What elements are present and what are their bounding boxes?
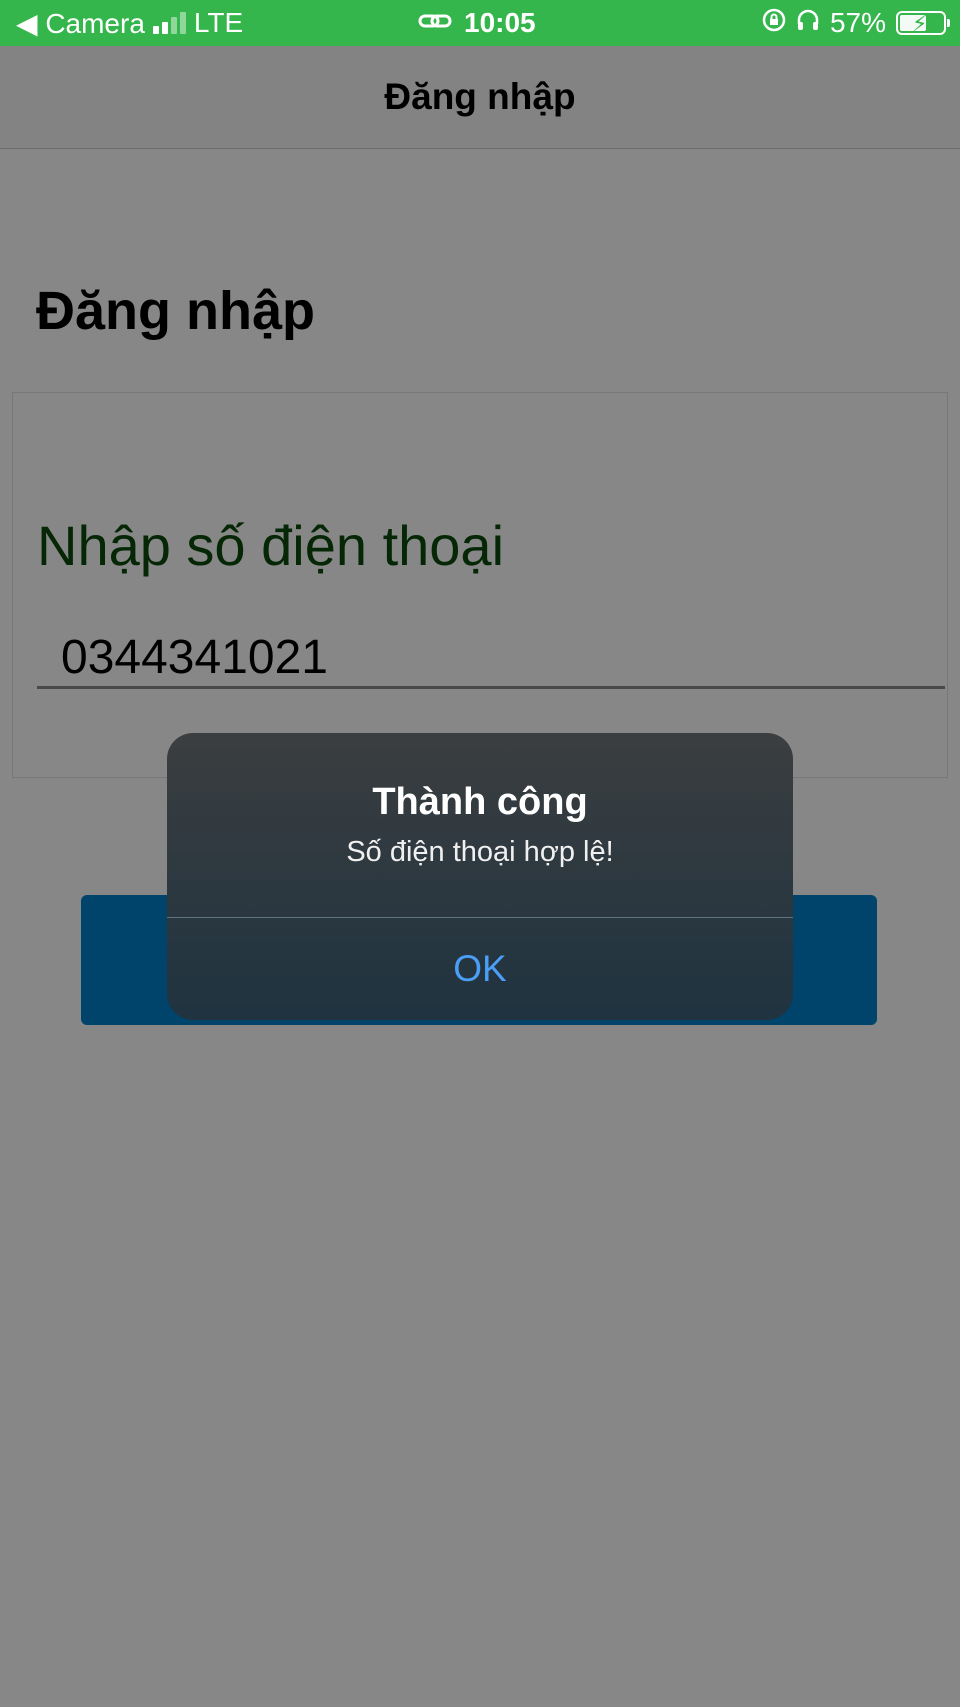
network-type: LTE (193, 7, 244, 38)
alert-title: Thành công (372, 781, 588, 823)
bolt-icon: ⚡ (912, 11, 928, 36)
status-left: ◀ Camera LTE (16, 0, 243, 46)
status-right: 57% ⚡ (762, 0, 950, 46)
alert-message: Số điện thoại hợp lệ! (346, 836, 614, 868)
clock: 10:05 (464, 7, 536, 38)
status-bar: ◀ Camera LTE 10:05 57% ⚡ (0, 0, 960, 46)
link-icon (418, 7, 452, 39)
battery-percent: 57% (829, 7, 886, 38)
headphones-icon (796, 7, 820, 39)
back-to-camera[interactable]: ◀ Camera (16, 7, 145, 40)
status-center: 10:05 (418, 0, 536, 46)
battery-icon: ⚡ (896, 11, 950, 36)
success-alert: Thành công Số điện thoại hợp lệ! OK (167, 733, 793, 1020)
ok-button[interactable]: OK (167, 918, 793, 1020)
rotation-lock-icon (762, 7, 786, 39)
signal-icon (152, 12, 186, 34)
